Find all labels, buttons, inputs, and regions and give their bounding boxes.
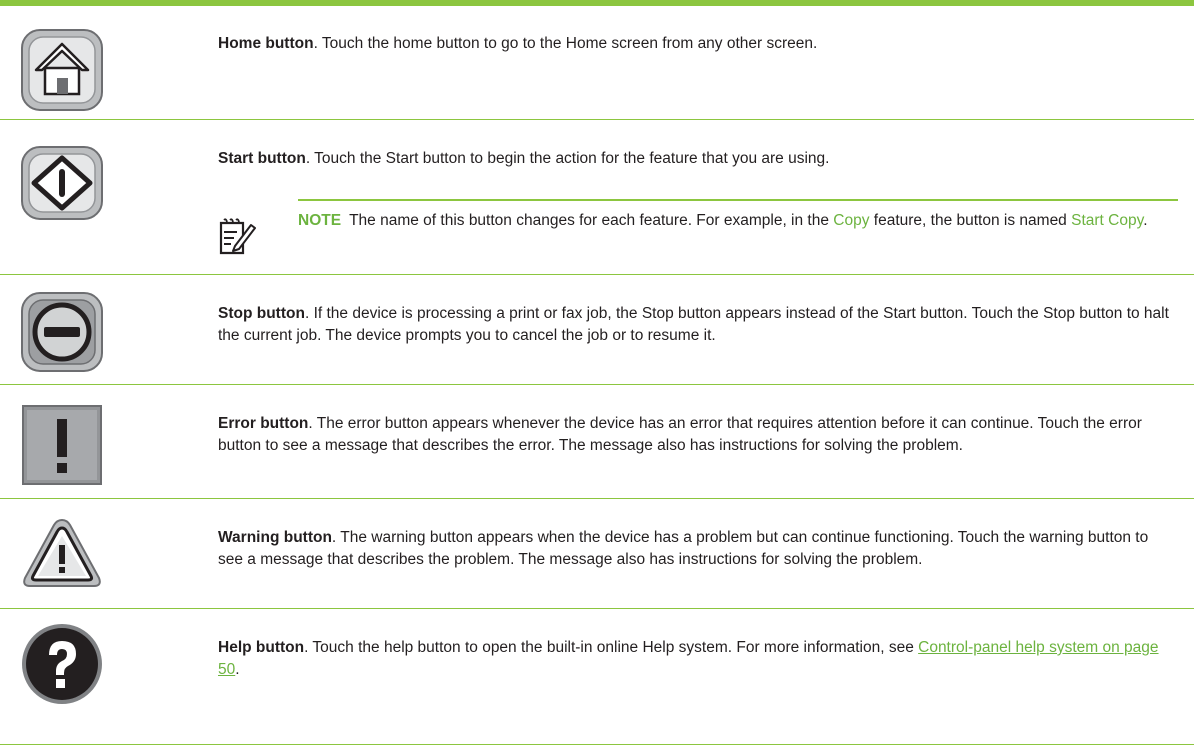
start-icon [20, 145, 104, 229]
start-description: Start button. Touch the Start button to … [218, 148, 1174, 170]
warning-title: Warning button [218, 529, 332, 546]
row-start-button: Start button. Touch the Start button to … [0, 120, 1194, 275]
row-stop-button: Stop button. If the device is processing… [0, 275, 1194, 385]
home-title: Home button [218, 35, 314, 52]
note-rule [298, 199, 1178, 201]
warning-desc: . The warning button appears when the de… [218, 529, 1149, 568]
error-title: Error button [218, 415, 309, 432]
stop-title: Stop button [218, 305, 305, 322]
row-warning-button: Warning button. The warning button appea… [0, 499, 1194, 609]
help-description: Help button. Touch the help button to op… [218, 637, 1174, 681]
note-label: NOTE [298, 212, 342, 229]
help-icon [20, 622, 104, 706]
row-help-button: Help button. Touch the help button to op… [0, 609, 1194, 745]
note-text-1: The name of this button changes for each… [349, 212, 834, 229]
warning-description: Warning button. The warning button appea… [218, 527, 1174, 571]
copy-link[interactable]: Copy [833, 212, 869, 229]
home-icon [20, 28, 104, 112]
row-error-button: Error button. The error button appears w… [0, 385, 1194, 499]
home-description: Home button. Touch the home button to go… [218, 33, 1174, 55]
note-text: NOTE The name of this button changes for … [298, 210, 1178, 232]
help-title: Help button [218, 639, 305, 656]
error-icon [22, 405, 102, 485]
row-home-button: Home button. Touch the home button to go… [0, 6, 1194, 120]
note-text-2: feature, the button is named [869, 212, 1072, 229]
note-text-3: . [1143, 212, 1148, 229]
home-desc: . Touch the home button to go to the Hom… [313, 35, 818, 52]
warning-icon [20, 514, 104, 598]
help-after-link: . [235, 661, 240, 678]
error-description: Error button. The error button appears w… [218, 413, 1174, 457]
note-pencil-icon [218, 217, 258, 257]
start-copy-link[interactable]: Start Copy [1071, 212, 1143, 229]
start-title: Start button [218, 150, 306, 167]
start-desc: . Touch the Start button to begin the ac… [305, 150, 830, 167]
stop-icon [20, 291, 104, 375]
stop-description: Stop button. If the device is processing… [218, 303, 1174, 347]
help-desc: . Touch the help button to open the buil… [304, 639, 919, 656]
error-desc: . The error button appears whenever the … [218, 415, 1142, 454]
start-note: NOTE The name of this button changes for … [218, 199, 1178, 266]
stop-desc: . If the device is processing a print or… [218, 305, 1169, 344]
